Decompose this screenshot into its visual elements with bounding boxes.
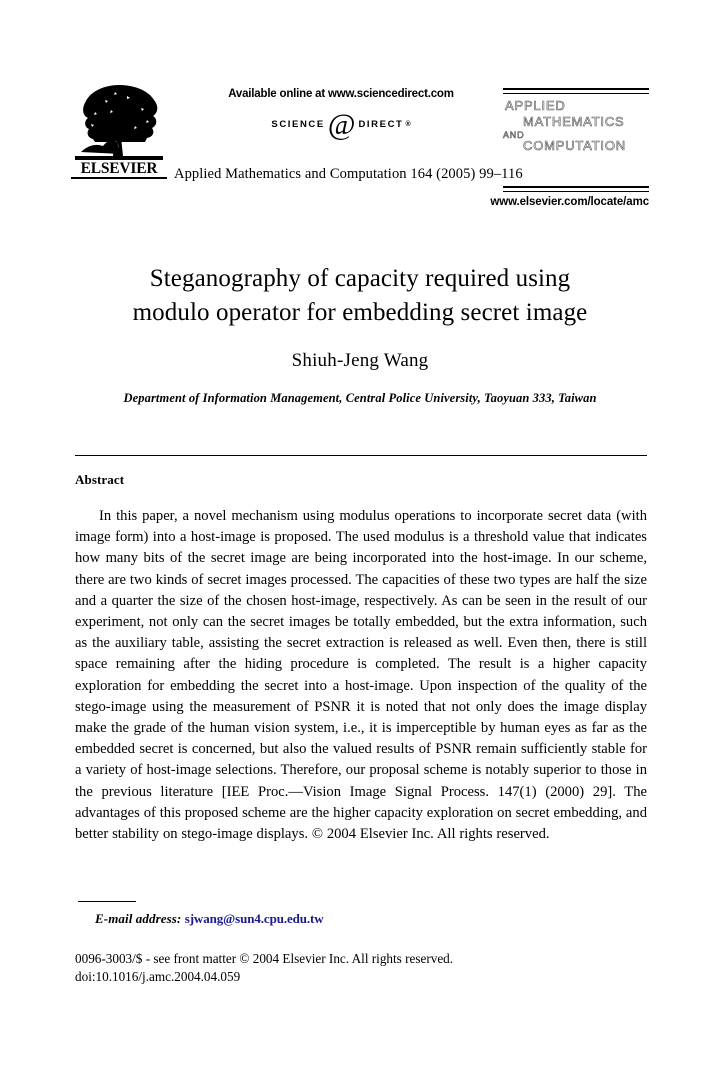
- elsevier-logo: ELSEVIER: [71, 82, 167, 182]
- sciencedirect-right-word: DIRECT: [358, 118, 404, 130]
- paper-title-line-1: Steganography of capacity required using: [149, 265, 571, 292]
- masthead-rule-bottom: [503, 186, 649, 192]
- footnote-divider: [78, 901, 136, 902]
- masthead-line-2: MATHEMATICS: [523, 114, 625, 130]
- at-symbol-icon: @: [327, 108, 356, 141]
- email-label: E-mail address:: [95, 911, 182, 926]
- sciencedirect-logo: SCIENCE @ DIRECT ®: [191, 108, 491, 141]
- paper-title: Steganography of capacity required using…: [75, 262, 645, 330]
- sciencedirect-block: Available online at www.sciencedirect.co…: [191, 88, 491, 141]
- doi-line[interactable]: doi:10.1016/j.amc.2004.04.059: [75, 968, 453, 986]
- abstract-divider: [75, 455, 647, 456]
- abstract-heading: Abstract: [75, 472, 125, 487]
- journal-masthead-logo: APPLIED MATHEMATICS AND COMPUTATION: [503, 88, 649, 192]
- journal-url[interactable]: www.elsevier.com/locate/amc: [71, 196, 649, 208]
- masthead-rule-top: [503, 88, 649, 94]
- sciencedirect-left-word: SCIENCE: [271, 118, 325, 130]
- registered-mark: ®: [405, 120, 411, 128]
- email-footnote: E-mail address: sjwang@sun4.cpu.edu.tw: [95, 911, 324, 927]
- masthead-line-4: COMPUTATION: [523, 138, 626, 154]
- author-name: Shiuh-Jeng Wang: [291, 350, 429, 371]
- journal-header: ELSEVIER Available online at www.science…: [71, 82, 649, 212]
- masthead-line-1: APPLIED: [505, 98, 566, 114]
- elsevier-tree-icon: [75, 85, 163, 160]
- journal-citation: Applied Mathematics and Computation 164 …: [174, 166, 523, 182]
- email-link[interactable]: sjwang@sun4.cpu.edu.tw: [185, 911, 324, 926]
- masthead-text: APPLIED MATHEMATICS AND COMPUTATION: [503, 98, 649, 154]
- available-online-text: Available online at www.sciencedirect.co…: [228, 88, 454, 100]
- front-matter-line: 0096-3003/$ - see front matter © 2004 El…: [75, 951, 454, 966]
- abstract-body: In this paper, a novel mechanism using m…: [75, 508, 647, 843]
- copyright-footer: 0096-3003/$ - see front matter © 2004 El…: [75, 950, 453, 986]
- author-affiliation: Department of Information Management, Ce…: [123, 391, 597, 405]
- paper-page: ELSEVIER Available online at www.science…: [0, 0, 718, 1077]
- elsevier-wordmark: ELSEVIER: [71, 160, 167, 179]
- paper-title-line-2: modulo operator for embedding secret ima…: [132, 299, 588, 326]
